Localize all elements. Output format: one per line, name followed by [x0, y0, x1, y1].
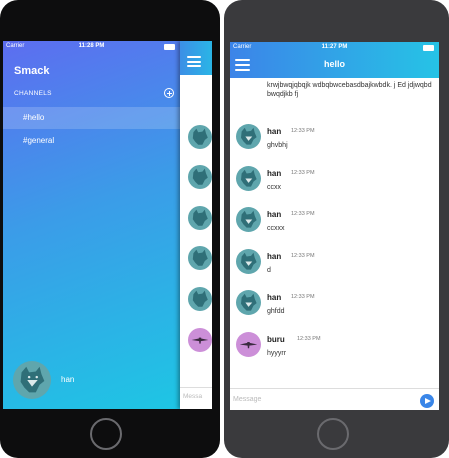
right-phone-frame: Carrier 11:27 PM hello krwjbwqjqbqjk wdb…	[224, 0, 449, 458]
chat-nav-bar: Carrier 11:27 PM hello	[230, 42, 439, 78]
message-text: ghvbhj	[267, 142, 288, 149]
drawer-username: han	[61, 375, 75, 384]
peek-avatar	[188, 246, 212, 270]
peek-message-input[interactable]: Messa	[183, 393, 202, 400]
wolf-avatar-icon	[192, 209, 208, 226]
peek-avatar	[188, 206, 212, 230]
send-button[interactable]	[420, 394, 434, 408]
message-text: ccxx	[267, 184, 281, 191]
peek-avatar-pink	[188, 328, 212, 352]
divider	[180, 387, 212, 388]
message-text: hyyyrr	[267, 350, 287, 357]
message-username: buru	[267, 335, 285, 344]
message-timestamp: 12:33 PM	[291, 294, 315, 300]
message-timestamp: 12:33 PM	[297, 336, 321, 342]
message-username: han	[267, 293, 282, 302]
peek-avatar	[188, 125, 212, 149]
home-button[interactable]	[90, 418, 122, 450]
wolf-avatar-icon	[236, 166, 261, 191]
message-input[interactable]	[233, 392, 413, 407]
message-item: buru 12:33 PM hyyyrr	[230, 332, 439, 372]
peek-nav-bar	[180, 41, 212, 75]
bird-avatar-icon	[191, 337, 209, 344]
channel-drawer: Carrier 11:28 PM Smack CHANNELS #hello #…	[3, 41, 180, 409]
message-item: han 12:33 PM ghfdd	[230, 290, 439, 330]
message-username: han	[267, 210, 282, 219]
message-username: han	[267, 127, 282, 136]
user-avatar[interactable]	[13, 361, 51, 399]
wolf-avatar-icon	[20, 366, 45, 393]
add-channel-icon[interactable]	[164, 88, 174, 98]
channel-item-hello[interactable]: #hello	[3, 107, 180, 129]
wolf-avatar-icon	[236, 207, 261, 232]
wolf-avatar-icon	[192, 249, 208, 266]
channel-item-general[interactable]: #general	[3, 130, 180, 152]
battery-icon	[423, 45, 434, 51]
channel-title: hello	[323, 59, 345, 69]
hamburger-menu-icon[interactable]	[187, 56, 201, 67]
message-username: han	[267, 169, 282, 178]
message-item: han 12:33 PM ccxxx	[230, 207, 439, 247]
message-timestamp: 12:33 PM	[291, 211, 315, 217]
wolf-avatar-icon	[192, 290, 208, 307]
message-timestamp: 12:33 PM	[291, 170, 315, 176]
status-time: 11:28 PM	[78, 43, 105, 49]
message-list[interactable]: krwjbwqjqbqjk wdbqbwcebasdbajkwbdk. j Ed…	[230, 78, 439, 388]
bird-avatar-icon	[236, 332, 261, 357]
wolf-avatar-icon	[192, 128, 208, 145]
message-timestamp: 12:33 PM	[291, 128, 315, 134]
peek-avatar	[188, 287, 212, 311]
wolf-avatar-icon	[192, 168, 208, 185]
right-screen: Carrier 11:27 PM hello krwjbwqjqbqjk wdb…	[230, 42, 439, 410]
message-text: ghfdd	[267, 308, 285, 315]
message-item: han 12:33 PM ccxx	[230, 166, 439, 206]
wolf-avatar-icon	[236, 124, 261, 149]
message-timestamp: 12:33 PM	[291, 253, 315, 259]
message-text: ccxxx	[267, 225, 285, 232]
app-title: Smack	[14, 65, 50, 77]
left-phone-frame: Carrier 11:28 PM Smack CHANNELS #hello #…	[0, 0, 220, 458]
peek-avatar	[188, 165, 212, 189]
message-text: d	[267, 267, 271, 274]
message-item: han 12:33 PM ghvbhj	[230, 124, 439, 164]
chat-peek-panel[interactable]: Messa	[180, 41, 212, 409]
status-time: 11:27 PM	[321, 44, 348, 50]
channels-header: CHANNELS	[14, 90, 52, 97]
wolf-avatar-icon	[236, 290, 261, 315]
status-bar: Carrier 11:27 PM	[230, 42, 439, 53]
status-bar: Carrier 11:28 PM	[3, 41, 180, 52]
home-button[interactable]	[317, 418, 349, 450]
battery-icon	[164, 44, 175, 50]
wolf-avatar-icon	[236, 249, 261, 274]
partial-message-text: krwjbwqjqbqjk wdbqbwcebasdbajkwbdk. j Ed…	[267, 82, 432, 98]
message-item: han 12:33 PM d	[230, 249, 439, 289]
compose-bar	[230, 388, 439, 410]
message-username: han	[267, 252, 282, 261]
left-screen: Carrier 11:28 PM Smack CHANNELS #hello #…	[3, 41, 212, 409]
